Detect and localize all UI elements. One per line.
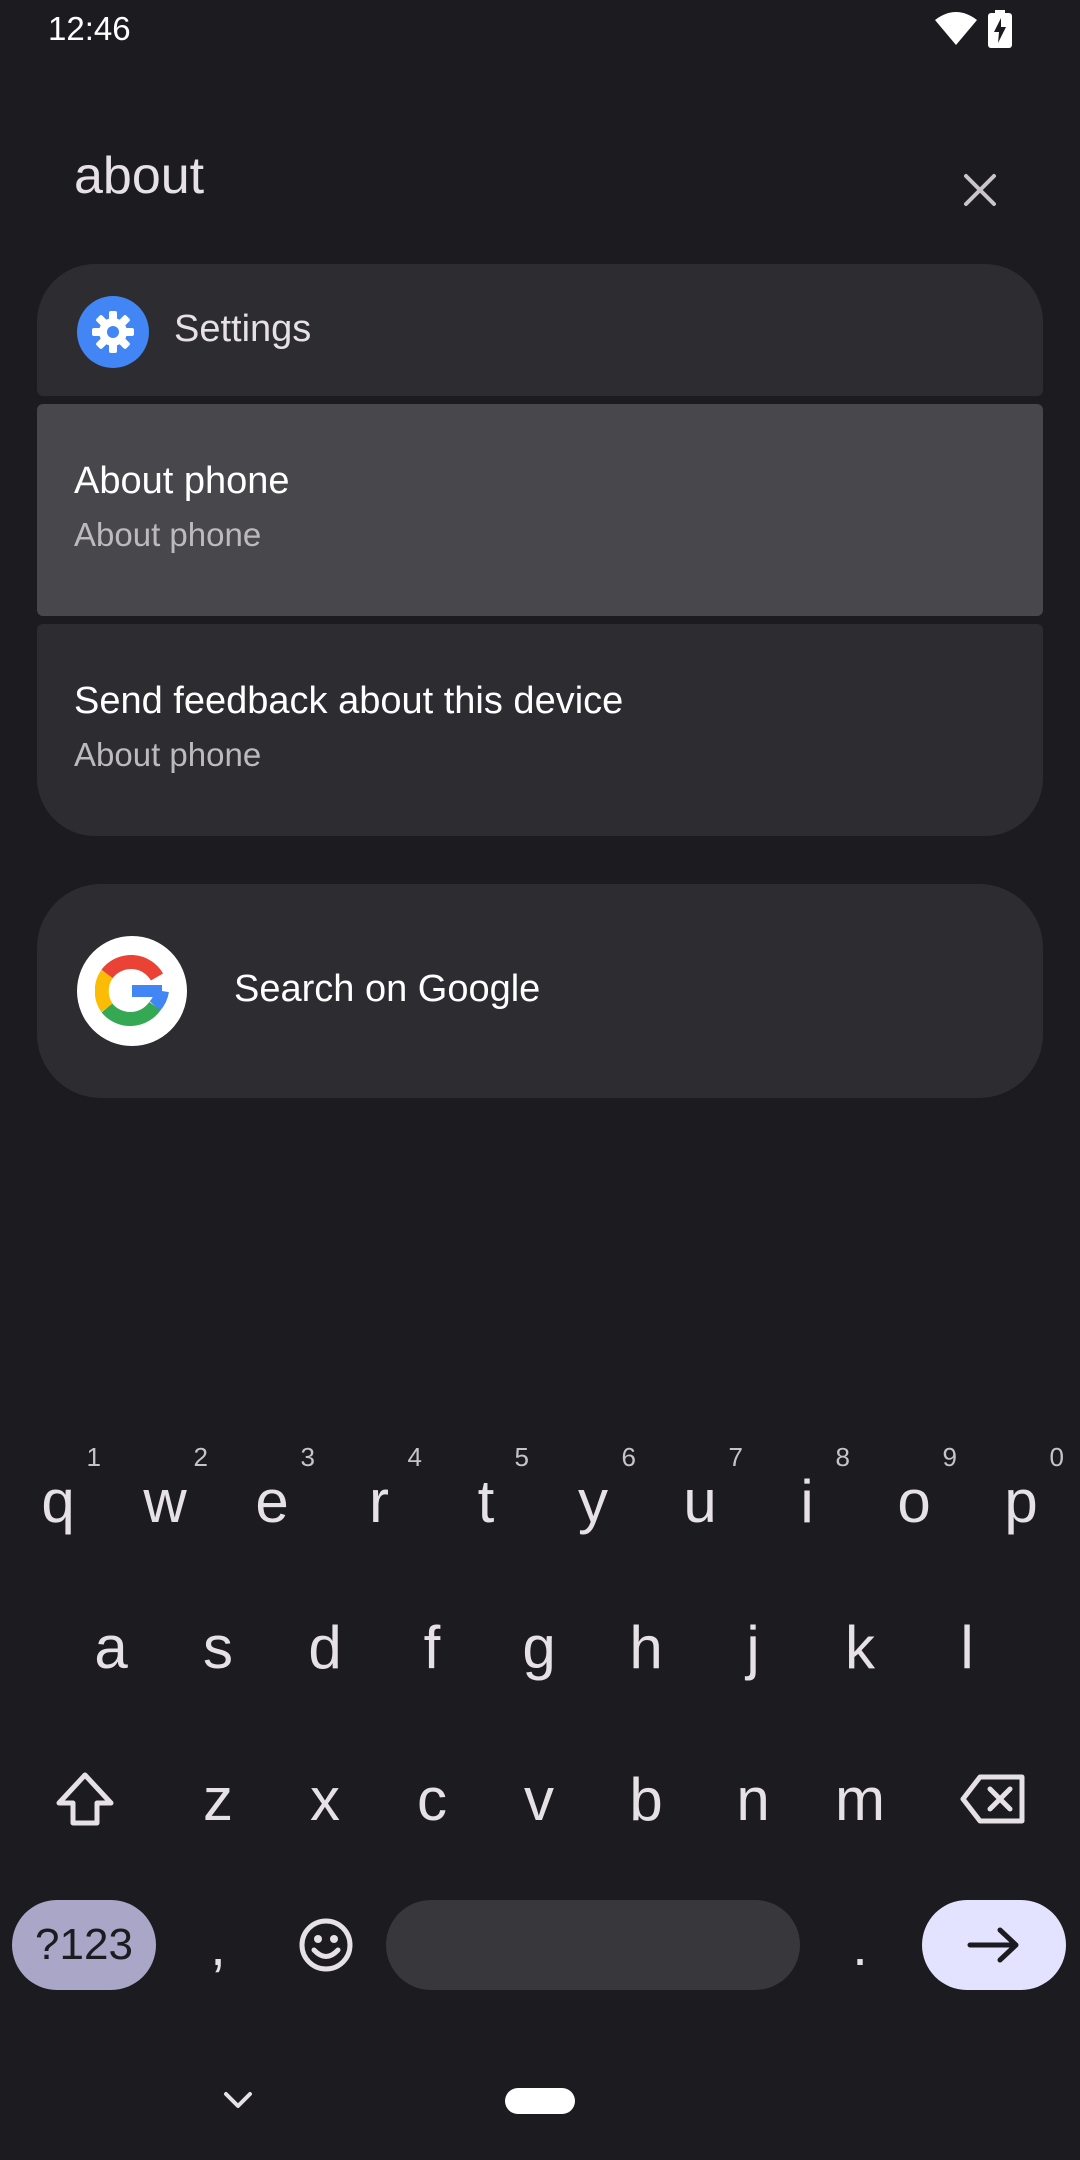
key-label: q [41, 1467, 75, 1535]
key-f[interactable]: f [379, 1582, 485, 1712]
key-hint: 4 [407, 1442, 422, 1472]
period-key[interactable]: . [812, 1900, 908, 1990]
result-item-send-feedback[interactable]: Send feedback about this device About ph… [37, 624, 1043, 836]
key-label: n [736, 1765, 770, 1833]
enter-key[interactable] [922, 1900, 1066, 1990]
key-hint: 2 [193, 1442, 208, 1472]
key-h[interactable]: h [593, 1582, 699, 1712]
key-t[interactable]: t5 [433, 1436, 539, 1566]
wifi-icon [935, 12, 977, 45]
settings-results-header: Settings [37, 264, 1043, 396]
key-label: z [203, 1765, 233, 1833]
key-r[interactable]: r4 [326, 1436, 432, 1566]
key-d[interactable]: d [272, 1582, 378, 1712]
shift-icon [56, 1772, 114, 1826]
status-time: 12:46 [48, 10, 131, 47]
key-v[interactable]: v [486, 1734, 592, 1864]
key-label: j [746, 1613, 760, 1681]
key-hint: 5 [514, 1442, 529, 1472]
gear-icon [92, 311, 134, 353]
key-label: v [524, 1765, 554, 1833]
chevron-down-icon[interactable] [218, 2084, 258, 2116]
key-label: s [203, 1613, 233, 1681]
result-subtitle: About phone [74, 736, 262, 773]
key-k[interactable]: k [807, 1582, 913, 1712]
search-input[interactable]: about [74, 146, 204, 206]
battery-charging-icon [988, 10, 1012, 48]
result-item-about-phone[interactable]: About phone About phone [37, 404, 1043, 616]
key-label: t [477, 1467, 495, 1535]
key-e[interactable]: e3 [219, 1436, 325, 1566]
key-hint: 0 [1049, 1442, 1064, 1472]
key-label: e [255, 1467, 289, 1535]
symbols-key[interactable]: ?123 [12, 1900, 156, 1990]
key-s[interactable]: s [165, 1582, 271, 1712]
key-label: x [310, 1765, 340, 1833]
key-label: u [683, 1467, 717, 1535]
result-title: About phone [74, 460, 290, 502]
key-label: a [94, 1613, 128, 1681]
key-o[interactable]: o9 [861, 1436, 967, 1566]
key-hint: 1 [86, 1442, 101, 1472]
app-name: Settings [174, 308, 312, 350]
key-label: g [522, 1613, 556, 1681]
key-n[interactable]: n [700, 1734, 806, 1864]
key-q[interactable]: q1 [5, 1436, 111, 1566]
result-subtitle: About phone [74, 516, 262, 553]
key-label: l [960, 1613, 974, 1681]
close-icon [964, 174, 996, 206]
key-label: f [423, 1613, 441, 1681]
key-label: r [369, 1467, 389, 1535]
key-hint: 6 [621, 1442, 636, 1472]
key-w[interactable]: w2 [112, 1436, 218, 1566]
key-b[interactable]: b [593, 1734, 699, 1864]
comma-key[interactable]: , [170, 1900, 266, 1990]
shift-key[interactable] [32, 1734, 138, 1864]
key-hint: 3 [300, 1442, 315, 1472]
result-title: Send feedback about this device [74, 680, 624, 722]
key-label: y [578, 1467, 608, 1535]
key-label: o [897, 1467, 931, 1535]
search-on-google-label: Search on Google [234, 968, 541, 1010]
key-x[interactable]: x [272, 1734, 378, 1864]
home-gesture-bar[interactable] [505, 2088, 575, 2114]
key-a[interactable]: a [58, 1582, 164, 1712]
backspace-key[interactable] [940, 1734, 1046, 1864]
key-j[interactable]: j [700, 1582, 806, 1712]
key-label: b [629, 1765, 663, 1833]
key-label: k [845, 1613, 875, 1681]
space-key[interactable] [386, 1900, 800, 1990]
key-z[interactable]: z [165, 1734, 271, 1864]
key-g[interactable]: g [486, 1582, 592, 1712]
key-label: p [1004, 1467, 1038, 1535]
key-label: m [835, 1765, 885, 1833]
key-label: d [308, 1613, 342, 1681]
emoji-icon [299, 1918, 353, 1972]
key-m[interactable]: m [807, 1734, 913, 1864]
settings-app-icon [77, 296, 149, 368]
key-label: c [417, 1765, 447, 1833]
key-u[interactable]: u7 [647, 1436, 753, 1566]
key-y[interactable]: y6 [540, 1436, 646, 1566]
key-i[interactable]: i8 [754, 1436, 860, 1566]
key-hint: 9 [942, 1442, 957, 1472]
key-l[interactable]: l [914, 1582, 1020, 1712]
key-p[interactable]: p0 [968, 1436, 1074, 1566]
key-c[interactable]: c [379, 1734, 485, 1864]
google-logo-icon [77, 936, 187, 1046]
key-hint: 8 [835, 1442, 850, 1472]
clear-search-button[interactable] [940, 150, 1020, 230]
key-hint: 7 [728, 1442, 743, 1472]
key-label: w [143, 1467, 187, 1535]
key-label: h [629, 1613, 663, 1681]
backspace-icon [960, 1774, 1025, 1824]
emoji-key[interactable] [278, 1900, 374, 1990]
arrow-right-icon [967, 1927, 1019, 1963]
key-label: i [800, 1467, 814, 1535]
search-on-google-button[interactable]: Search on Google [37, 884, 1043, 1098]
